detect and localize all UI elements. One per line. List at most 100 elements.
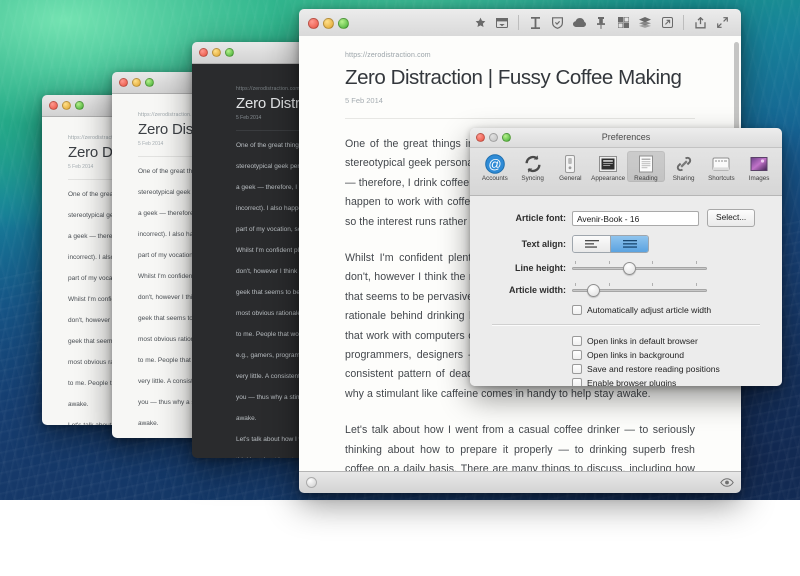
pref-tab-label: Images: [748, 175, 770, 182]
preferences-toolbar[interactable]: @ Accounts Syncing General Appearance Re…: [470, 148, 782, 196]
option-checkbox[interactable]: [572, 378, 582, 386]
cloud-icon[interactable]: [568, 9, 590, 36]
main-footer: [299, 471, 741, 493]
toolbar-divider: [518, 15, 519, 30]
option-row[interactable]: Enable browser plugins: [572, 378, 782, 386]
article-font-label: Article font:: [515, 213, 567, 223]
option-checkbox[interactable]: [572, 364, 582, 374]
text-align-row: Text align:: [470, 235, 782, 253]
pref-tab-reading[interactable]: Reading: [627, 151, 665, 182]
article-font-input[interactable]: Avenir-Book - 16: [572, 210, 699, 226]
page-title: Zero Distraction | Fussy Coffee Making: [345, 66, 682, 89]
auto-adjust-width-label: Automatically adjust article width: [587, 305, 712, 315]
zoom-icon[interactable]: [75, 101, 84, 110]
divider: [345, 118, 695, 119]
pref-tab-label: Syncing: [521, 175, 544, 182]
preferences-titlebar[interactable]: Preferences: [470, 128, 782, 148]
toolbar-divider: [683, 15, 684, 30]
layout-icon[interactable]: [612, 9, 634, 36]
line-height-row: Line height:: [470, 261, 782, 275]
layers-icon[interactable]: [634, 9, 656, 36]
pref-tab-label: Shortcuts: [708, 175, 735, 182]
typography-icon[interactable]: [524, 9, 546, 36]
pref-tab-appearance[interactable]: Appearance: [589, 151, 627, 182]
article-date: 5 Feb 2014: [345, 96, 383, 105]
open-external-icon[interactable]: [656, 9, 678, 36]
option-row[interactable]: Open links in background: [572, 350, 782, 360]
slider-tick: [652, 283, 653, 286]
main-titlebar[interactable]: [299, 9, 741, 37]
option-checkbox[interactable]: [572, 350, 582, 360]
slider-tick: [575, 283, 576, 286]
option-row[interactable]: Save and restore reading positions: [572, 364, 782, 374]
zoom-icon[interactable]: [145, 78, 154, 87]
preferences-title: Preferences: [601, 132, 651, 142]
zoom-icon[interactable]: [225, 48, 234, 57]
slider-tick: [609, 283, 610, 286]
line-height-slider[interactable]: [572, 261, 707, 275]
star-icon[interactable]: [469, 9, 491, 36]
pref-tab-general[interactable]: General: [552, 151, 590, 182]
pref-tab-sharing[interactable]: Sharing: [665, 151, 703, 182]
text-align-segmented-control[interactable]: [572, 235, 649, 253]
archive-icon[interactable]: [491, 9, 513, 36]
pref-tab-label: Reading: [634, 175, 658, 182]
slider-knob[interactable]: [623, 262, 637, 275]
svg-text:@: @: [488, 156, 501, 171]
minimize-icon[interactable]: [323, 18, 334, 29]
close-icon[interactable]: [199, 48, 208, 57]
option-label: Open links in background: [587, 350, 684, 360]
slider-tick: [652, 261, 653, 264]
zoom-icon[interactable]: [338, 18, 349, 29]
preferences-window[interactable]: Preferences @ Accounts Syncing General A…: [470, 128, 782, 386]
close-icon[interactable]: [119, 78, 128, 87]
pref-tab-images[interactable]: Images: [740, 151, 778, 182]
justify-icon[interactable]: [610, 236, 648, 252]
article-width-label: Article width:: [508, 285, 566, 295]
traffic-lights[interactable]: [308, 18, 349, 29]
switch-icon: [560, 153, 581, 174]
auto-adjust-width-row[interactable]: Automatically adjust article width: [572, 305, 782, 315]
option-label: Open links in default browser: [587, 336, 698, 346]
traffic-lights[interactable]: [49, 101, 84, 110]
text-align-label: Text align:: [521, 239, 566, 249]
shield-icon[interactable]: [546, 9, 568, 36]
eye-icon[interactable]: [720, 474, 734, 492]
slider-tick: [575, 261, 576, 264]
option-checkbox[interactable]: [572, 336, 582, 346]
pref-tab-label: General: [559, 175, 582, 182]
page-icon: [635, 153, 656, 174]
line-height-label: Line height:: [515, 263, 566, 273]
preferences-body: Article font: Avenir-Book - 16 Select...…: [470, 196, 782, 386]
minimize-icon[interactable]: [62, 101, 71, 110]
article-paragraph: Let's talk about how I went from a casua…: [345, 424, 695, 472]
pref-tab-shortcuts[interactable]: Shortcuts: [703, 151, 741, 182]
fullscreen-icon[interactable]: [711, 9, 733, 36]
select-font-button[interactable]: Select...: [707, 209, 756, 227]
align-left-icon[interactable]: [573, 236, 610, 252]
option-label: Enable browser plugins: [587, 378, 677, 386]
traffic-lights[interactable]: [119, 78, 154, 87]
slider-knob[interactable]: [586, 284, 600, 297]
theme-icon: [598, 153, 619, 174]
article-width-slider[interactable]: [572, 283, 707, 297]
at-sign-icon: @: [484, 153, 505, 174]
keyboard-icon: [711, 153, 732, 174]
option-row[interactable]: Open links in default browser: [572, 336, 782, 346]
pref-tab-label: Accounts: [481, 175, 508, 182]
article-width-row: Article width:: [470, 283, 782, 297]
share-icon[interactable]: [689, 9, 711, 36]
photo-icon: [749, 153, 770, 174]
close-icon[interactable]: [308, 18, 319, 29]
minimize-icon[interactable]: [212, 48, 221, 57]
status-circle-icon[interactable]: [306, 477, 317, 488]
traffic-lights[interactable]: [199, 48, 234, 57]
pref-tab-accounts[interactable]: @ Accounts: [476, 151, 514, 182]
pref-tab-syncing[interactable]: Syncing: [514, 151, 552, 182]
sync-arrows-icon: [522, 153, 543, 174]
close-icon[interactable]: [49, 101, 58, 110]
pin-icon[interactable]: [590, 9, 612, 36]
minimize-icon[interactable]: [132, 78, 141, 87]
auto-adjust-width-checkbox[interactable]: [572, 305, 582, 315]
main-toolbar[interactable]: [469, 9, 733, 36]
